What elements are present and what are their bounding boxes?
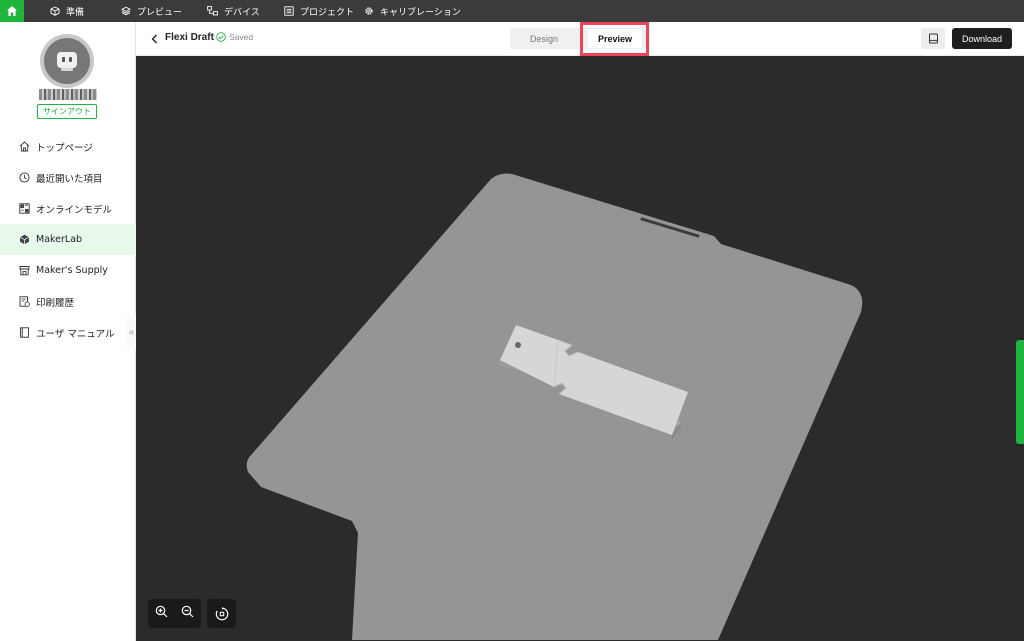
- home-button[interactable]: [0, 0, 24, 22]
- tab-design[interactable]: Design: [510, 28, 578, 49]
- sidebar-item-label: トップページ: [36, 142, 93, 154]
- saved-label: Saved: [229, 32, 254, 42]
- sidebar: サインアウト トップページ 最近開いた項目 オンラインモデル MakerLab …: [0, 22, 136, 641]
- book-icon: [20, 327, 29, 338]
- project-title: Flexi Draft: [165, 32, 214, 43]
- back-button[interactable]: [148, 32, 160, 46]
- preview-viewport[interactable]: [136, 56, 1024, 641]
- sidebar-item-label: オンラインモデル: [36, 204, 113, 216]
- sidebar-item-label: ユーザ マニュアル: [36, 328, 115, 340]
- chevron-left-icon: [151, 34, 157, 44]
- zoom-out-button[interactable]: [181, 605, 194, 623]
- editor-header: Flexi Draft Saved Design Preview Downloa…: [136, 22, 1024, 56]
- home-icon: [7, 6, 17, 16]
- app-window: 準備 プレビュー デバイス プロジェクト キャリブレーション サインアウト トッ…: [0, 0, 1024, 641]
- sidebar-nav: トップページ 最近開いた項目 オンラインモデル MakerLab Maker's…: [0, 131, 136, 348]
- download-button[interactable]: Download: [952, 28, 1012, 49]
- save-status: Saved: [216, 32, 253, 42]
- sidebar-item-label: Maker's Supply: [36, 265, 108, 276]
- sidebar-item-print-history[interactable]: 印刷履歴: [0, 286, 136, 317]
- robot-avatar-icon: [44, 38, 90, 84]
- tab-preview[interactable]: Preview: [588, 29, 642, 48]
- build-plate-scene: [246, 173, 863, 641]
- sidebar-item-top-page[interactable]: トップページ: [0, 131, 136, 162]
- reset-view-button[interactable]: [207, 599, 236, 628]
- build-plate: [246, 173, 863, 641]
- book-icon: [928, 33, 938, 44]
- sidebar-item-label: 最近開いた項目: [36, 173, 103, 185]
- side-panel-tab[interactable]: [1016, 340, 1024, 444]
- menu-devices[interactable]: デバイス: [207, 0, 260, 22]
- zoom-out-icon: [181, 605, 194, 617]
- username-redacted: [39, 89, 97, 100]
- sidebar-item-online-models[interactable]: オンラインモデル: [0, 193, 136, 224]
- sidebar-item-recent[interactable]: 最近開いた項目: [0, 162, 136, 193]
- zoom-in-button[interactable]: [155, 605, 168, 623]
- devices-icon: [207, 6, 218, 16]
- store-icon: [19, 266, 30, 276]
- menu-projects[interactable]: プロジェクト: [284, 0, 354, 22]
- menu-label: プロジェクト: [300, 7, 355, 18]
- history-icon: [19, 296, 30, 307]
- zoom-controls: [148, 599, 201, 628]
- box-icon: [50, 6, 60, 16]
- models-icon: [19, 203, 30, 214]
- menu-label: デバイス: [224, 7, 260, 18]
- zoom-in-icon: [155, 605, 168, 617]
- clock-icon: [19, 172, 30, 183]
- top-menu-bar: 準備 プレビュー デバイス プロジェクト キャリブレーション: [0, 0, 1024, 22]
- gear-icon: [365, 7, 373, 15]
- sidebar-item-label: MakerLab: [36, 234, 83, 245]
- signout-button[interactable]: サインアウト: [37, 104, 97, 119]
- check-circle-icon: [216, 32, 226, 42]
- menu-prepare[interactable]: 準備: [50, 0, 84, 22]
- sidebar-collapse-handle[interactable]: «: [127, 314, 136, 350]
- layers-icon: [121, 6, 131, 16]
- menu-label: キャリブレーション: [380, 7, 461, 18]
- sidebar-item-makers-supply[interactable]: Maker's Supply: [0, 255, 136, 286]
- reset-view-icon: [215, 606, 228, 620]
- menu-calibration[interactable]: キャリブレーション: [364, 0, 461, 22]
- home-outline-icon: [19, 141, 30, 152]
- cube-icon: [19, 234, 30, 245]
- sidebar-item-makerlab[interactable]: MakerLab: [0, 224, 136, 255]
- menu-label: プレビュー: [137, 7, 183, 18]
- keychain-hole: [515, 342, 521, 348]
- avatar[interactable]: [40, 34, 94, 88]
- list-icon: [284, 6, 294, 16]
- menu-label: 準備: [66, 7, 85, 18]
- sidebar-item-user-manual[interactable]: ユーザ マニュアル: [0, 317, 136, 348]
- guide-button[interactable]: [921, 28, 945, 49]
- menu-preview[interactable]: プレビュー: [121, 0, 182, 22]
- sidebar-item-label: 印刷履歴: [36, 297, 75, 309]
